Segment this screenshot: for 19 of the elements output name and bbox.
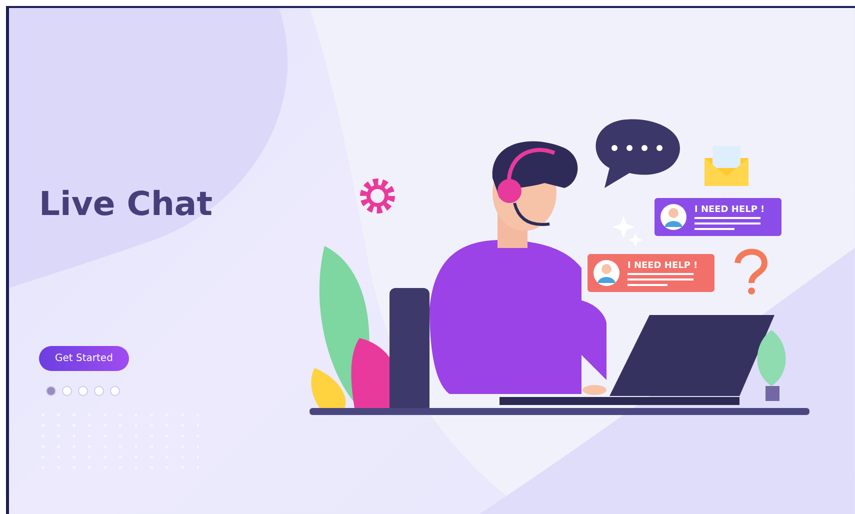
text-lines-icon [628, 273, 694, 286]
slide-indicator[interactable] [63, 387, 71, 396]
slide-indicator[interactable] [79, 387, 87, 396]
hand-drawing [582, 385, 606, 395]
gear-icon [360, 178, 395, 214]
speech-bubble-icon [596, 119, 680, 188]
page-title: Live Chat [39, 186, 214, 222]
avatar-icon [660, 204, 686, 230]
slide-indicator[interactable] [95, 387, 103, 396]
avatar-icon [594, 260, 620, 286]
envelope-icon [704, 146, 748, 186]
chat-message: I NEED HELP ! [628, 261, 698, 271]
potted-plant-drawing [757, 330, 786, 401]
slide-indicator[interactable] [111, 387, 119, 396]
slide-indicator[interactable] [47, 387, 55, 396]
chat-message: I NEED HELP ! [694, 205, 765, 215]
question-mark-icon [734, 248, 768, 294]
get-started-button[interactable]: Get Started [39, 346, 129, 372]
text-lines-icon [694, 217, 760, 230]
